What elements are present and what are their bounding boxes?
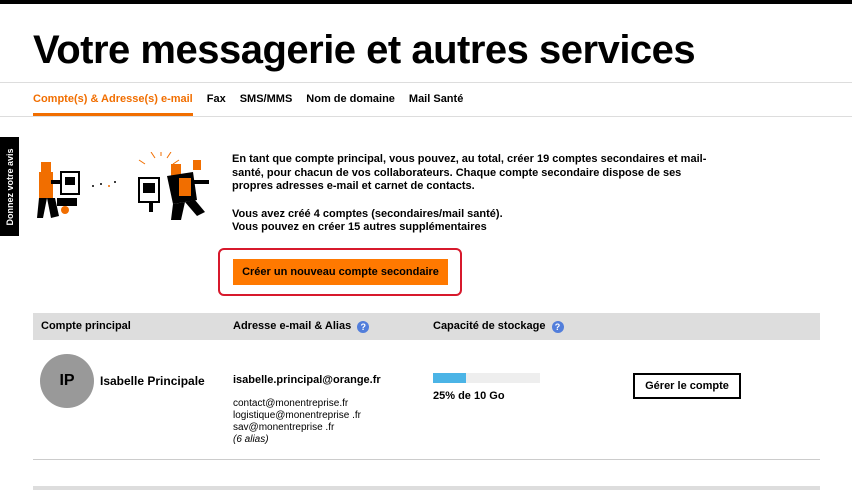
column-header-storage: Capacité de stockage ? — [433, 313, 564, 340]
row-divider — [33, 459, 820, 460]
alias-item: contact@monentreprise.fr — [233, 398, 349, 409]
tab-accounts-emails[interactable]: Compte(s) & Adresse(s) e-mail — [33, 82, 193, 116]
alias-item: sav@monentreprise .fr — [233, 422, 335, 433]
account-quota-text: Vous avez créé 4 comptes (secondaires/ma… — [232, 208, 722, 235]
feedback-label: Donnez votre avis — [4, 147, 15, 226]
storage-progress-fill — [433, 373, 467, 383]
column-header-storage-label: Capacité de stockage — [433, 320, 546, 332]
top-bar — [0, 0, 852, 4]
people-exchanging-documents-illustration — [37, 152, 209, 220]
intro-paragraph: En tant que compte principal, vous pouve… — [232, 153, 707, 192]
question-circle-icon[interactable]: ? — [357, 320, 370, 333]
accounts-remaining-text: Vous pouvez en créer 15 autres supplémen… — [232, 221, 487, 233]
tab-mail-sante[interactable]: Mail Santé — [409, 82, 463, 116]
alias-count: (6 alias) — [233, 434, 269, 445]
question-circle-icon[interactable]: ? — [551, 320, 564, 333]
tab-sms-mms[interactable]: SMS/MMS — [240, 82, 293, 116]
account-name: Isabelle Principale — [100, 374, 205, 388]
tab-fax[interactable]: Fax — [207, 82, 226, 116]
accounts-created-text: Vous avez créé 4 comptes (secondaires/ma… — [232, 207, 503, 220]
column-header-account: Compte principal — [41, 313, 131, 340]
avatar: IP — [40, 354, 94, 408]
service-tabs: Compte(s) & Adresse(s) e-mail Fax SMS/MM… — [33, 82, 477, 116]
intro-text: En tant que compte principal, vous pouve… — [232, 153, 722, 235]
column-header-email-label: Adresse e-mail & Alias — [233, 320, 352, 332]
divider — [0, 116, 852, 117]
table-header: Compte principal Adresse e-mail & Alias … — [33, 313, 820, 340]
next-table-section — [33, 486, 820, 490]
feedback-tab[interactable]: Donnez votre avis — [0, 137, 19, 236]
storage-usage-text: 25% de 10 Go — [433, 390, 505, 402]
page-title: Votre messagerie et autres services — [33, 28, 696, 72]
alias-item: logistique@monentreprise .fr — [233, 410, 361, 421]
column-header-email: Adresse e-mail & Alias ? — [233, 313, 370, 340]
create-secondary-account-button[interactable]: Créer un nouveau compte secondaire — [233, 259, 448, 285]
primary-email: isabelle.principal@orange.fr — [233, 374, 381, 386]
manage-account-button[interactable]: Gérer le compte — [633, 373, 741, 399]
alias-list: contact@monentreprise.fr logistique@mone… — [233, 398, 361, 446]
tab-domain-name[interactable]: Nom de domaine — [306, 82, 395, 116]
column-header-account-label: Compte principal — [41, 320, 131, 332]
storage-progress-bar — [433, 373, 540, 383]
